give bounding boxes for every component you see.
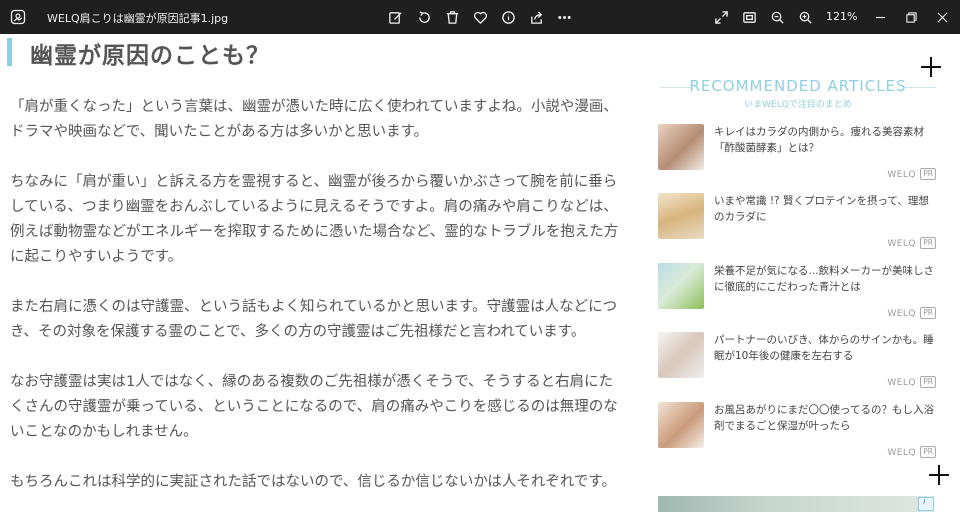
recommended-card[interactable]: いまや常識 !? 賢くプロテインを摂って、理想のカラダに WELQ PR xyxy=(658,193,938,251)
favorite-icon xyxy=(473,11,487,24)
zoom-out-button[interactable] xyxy=(766,6,788,28)
article-thumbnail xyxy=(658,124,704,170)
ad-banner[interactable] xyxy=(658,496,934,512)
card-source: WELQ xyxy=(887,239,916,249)
fullscreen-button[interactable] xyxy=(710,6,732,28)
file-name: WELQ肩こりは幽霊が原因記事1.jpg xyxy=(47,12,229,25)
recommended-card[interactable]: パートナーのいびき、体からのサインかも。睡眠が10年後の健康を左右する WELQ… xyxy=(658,332,938,390)
article-heading: 幽霊が原因のことも？ xyxy=(30,43,270,69)
delete-button[interactable] xyxy=(441,6,463,28)
fit-icon xyxy=(742,11,756,23)
paragraph-line: に起こりやすいようです。 xyxy=(10,249,183,265)
article-paragraph-4: なお守護霊は実は1人ではなく、縁のある複数のご先祖様が憑くそうで、そうすると右肩… xyxy=(10,370,635,445)
article-thumbnail xyxy=(658,332,704,378)
card-source: WELQ xyxy=(887,448,916,458)
pr-badge: PR xyxy=(920,376,936,388)
card-title: いまや常識 !? 賢くプロテインを摂って、理想のカラダに xyxy=(714,195,929,223)
card-title: お風呂あがりにまだ〇〇使ってるの？もし入浴剤でまるごと保湿が叶ったら xyxy=(714,404,934,432)
paragraph-line: なお守護霊は実は1人ではなく、縁のある複数のご先祖様が憑くそうで、そうすると右肩… xyxy=(10,374,614,390)
article-paragraph-3: また右肩に憑くのは守護霊、という話もよく知られているかと思います。守護霊は人など… xyxy=(10,295,635,345)
article-thumbnail xyxy=(658,402,704,448)
paragraph-line: くさんの守護霊が乗っている、ということになるので、肩の痛みやこりを感じるのは無理… xyxy=(10,399,618,415)
restore-icon xyxy=(905,11,917,23)
paragraph-line: いことなのかもしれません。 xyxy=(10,424,198,440)
pr-badge: PR xyxy=(920,307,936,319)
zoom-in-button[interactable] xyxy=(794,6,816,28)
article-paragraph-1: 「肩が重くなった」という言葉は、幽霊が憑いた時に広く使われていますよね。小説や漫… xyxy=(10,95,635,145)
close-button[interactable] xyxy=(922,0,960,34)
pr-badge: PR xyxy=(920,237,936,249)
recommended-subtitle: いまWELQで注目のまとめ xyxy=(744,100,852,110)
paragraph-line: もちろんこれは科学的に実証された話ではないので、信じるか信じないかは人それぞれで… xyxy=(10,474,616,490)
more-icon xyxy=(557,15,571,19)
crosshair-icon xyxy=(921,57,941,77)
recommended-card[interactable]: キレイはカラダの内側から。痩れる美容素材「酢酸菌酵素」とは？ WELQ PR xyxy=(658,124,938,182)
recommended-card[interactable]: お風呂あがりにまだ〇〇使ってるの？もし入浴剤でまるごと保湿が叶ったら WELQ … xyxy=(658,402,938,460)
paragraph-line: き、その対象を保護する霊のことで、多くの方の守護霊はご先祖様だと言われています。 xyxy=(10,324,586,340)
delete-icon xyxy=(446,10,458,24)
info-button[interactable] xyxy=(497,6,519,28)
zoom-out-icon xyxy=(771,11,784,24)
ad-info-icon[interactable] xyxy=(918,497,934,511)
edit-icon xyxy=(388,11,402,24)
pr-badge: PR xyxy=(920,446,936,458)
card-title: キレイはカラダの内側から。痩れる美容素材「酢酸菌酵素」とは？ xyxy=(714,126,924,154)
article-paragraph-2: ちなみに「肩が重い」と訴える方を霊視すると、幽霊が後ろから覆いかぶさって腕を前に… xyxy=(10,170,635,270)
crosshair-icon xyxy=(929,465,949,485)
photos-app-icon xyxy=(10,9,26,25)
fullscreen-icon xyxy=(714,10,728,24)
zoom-in-icon xyxy=(799,11,812,24)
title-bar: WELQ肩こりは幽霊が原因記事1.jpg 121% xyxy=(0,0,960,34)
share-icon xyxy=(530,10,542,24)
article-thumbnail xyxy=(658,263,704,309)
paragraph-line: ちなみに「肩が重い」と訴える方を霊視すると、幽霊が後ろから覆いかぶさって腕を前に… xyxy=(10,174,618,190)
fit-to-window-button[interactable] xyxy=(738,6,760,28)
card-source: WELQ xyxy=(887,309,916,319)
paragraph-line: 例えば動物霊などがエネルギーを搾取するために憑いた場合など、霊的なトラブルを抱え… xyxy=(10,224,619,240)
rotate-icon xyxy=(418,10,430,23)
share-button[interactable] xyxy=(525,6,547,28)
article-thumbnail xyxy=(658,193,704,239)
close-icon xyxy=(937,12,947,22)
rotate-button[interactable] xyxy=(413,6,435,28)
more-button[interactable] xyxy=(553,6,575,28)
pr-badge: PR xyxy=(920,168,936,180)
info-icon xyxy=(501,10,515,24)
card-source: WELQ xyxy=(887,170,916,180)
paragraph-line: 「肩が重くなった」という言葉は、幽霊が憑いた時に広く使われていますよね。小説や漫… xyxy=(10,99,618,115)
recommended-title: RECOMMENDED ARTICLES xyxy=(689,77,907,95)
card-source: WELQ xyxy=(887,378,916,388)
minimize-icon xyxy=(875,16,885,18)
zoom-level[interactable]: 121% xyxy=(826,10,857,23)
paragraph-line: また右肩に憑くのは守護霊、という話もよく知られているかと思います。守護霊は人など… xyxy=(10,299,618,315)
card-title: パートナーのいびき、体からのサインかも。睡眠が10年後の健康を左右する xyxy=(714,334,934,362)
article-paragraph-5: もちろんこれは科学的に実証された話ではないので、信じるか信じないかは人それぞれで… xyxy=(10,470,635,495)
card-title: 栄養不足が気になる...飲料メーカーが美味しさに徹底的にこだわった青汁とは xyxy=(714,265,935,293)
recommended-card[interactable]: 栄養不足が気になる...飲料メーカーが美味しさに徹底的にこだわった青汁とは WE… xyxy=(658,263,938,321)
heading-accent-bar xyxy=(7,38,12,66)
favorite-button[interactable] xyxy=(469,6,491,28)
edit-button[interactable] xyxy=(384,6,406,28)
paragraph-line: している、つまり幽霊をおんぶしているように見えるそうですよ。肩の痛みや肩こりなど… xyxy=(10,199,618,215)
paragraph-line: ドラマや映画などで、聞いたことがある方は多いかと思います。 xyxy=(10,124,429,140)
